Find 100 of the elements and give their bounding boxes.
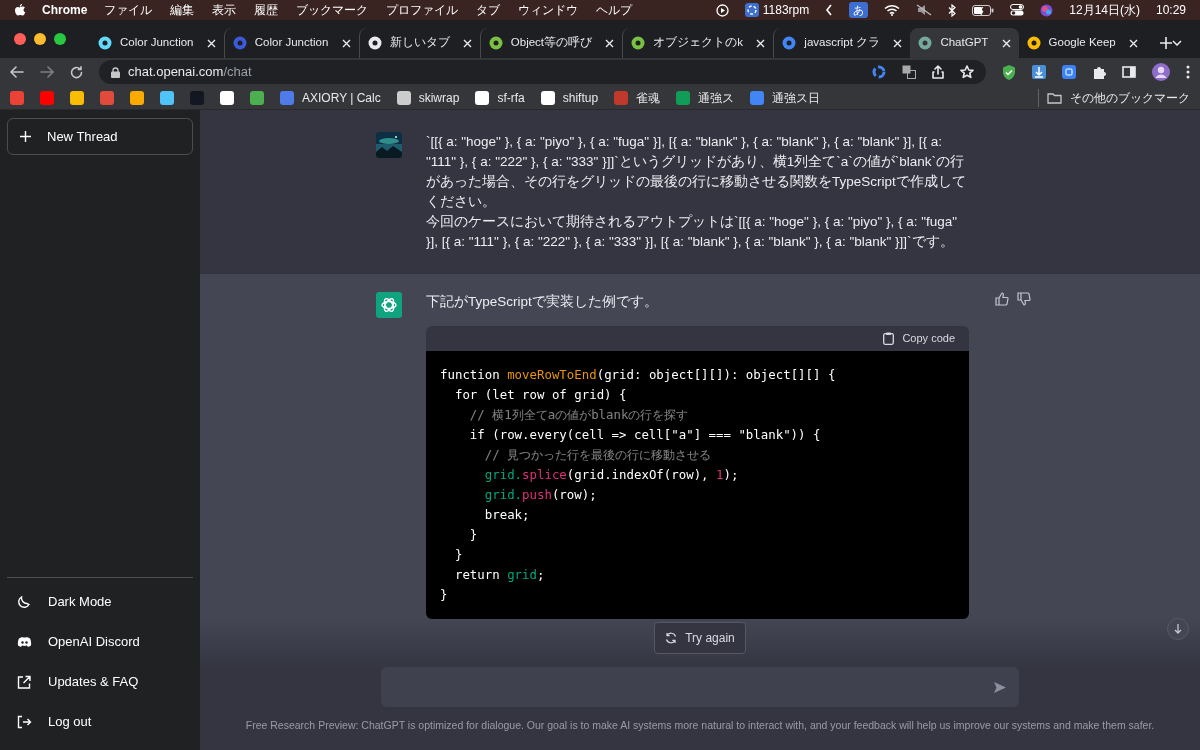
moon-icon xyxy=(17,595,32,609)
translate-icon[interactable] xyxy=(902,65,916,79)
menu-item[interactable]: ウィンドウ xyxy=(509,1,588,19)
menu-item[interactable]: ファイル xyxy=(95,1,162,19)
toggle-icon[interactable] xyxy=(1010,4,1025,16)
menu-item[interactable]: ヘルプ xyxy=(587,1,642,19)
tab-title: 新しいタブ xyxy=(389,35,451,51)
close-icon[interactable] xyxy=(893,38,903,48)
reload-icon[interactable] xyxy=(70,65,83,79)
sidebar-item[interactable]: Updates & FAQ xyxy=(7,662,193,702)
lock-icon xyxy=(111,66,120,78)
zoom-window-icon[interactable] xyxy=(54,33,66,45)
forward-icon[interactable] xyxy=(40,66,54,78)
more-icon[interactable] xyxy=(1186,65,1190,79)
minimize-window-icon[interactable] xyxy=(34,33,46,45)
clipboard-icon xyxy=(883,332,895,345)
tab-title: Color Junction xyxy=(120,35,195,51)
code-line: } xyxy=(468,526,479,544)
play-icon[interactable] xyxy=(715,3,729,17)
star-icon[interactable] xyxy=(960,65,974,79)
battery-icon[interactable] xyxy=(972,4,995,16)
sidebar-item[interactable]: OpenAI Discord xyxy=(7,622,193,662)
close-icon[interactable] xyxy=(1129,38,1138,48)
tab-title: Object等の呼び xyxy=(510,35,594,51)
code-line: grid.push(row); xyxy=(483,486,598,504)
menu-item[interactable]: プロファイル xyxy=(377,1,468,19)
favicon-icon xyxy=(488,36,503,50)
orb-icon[interactable] xyxy=(1040,3,1054,17)
mute-icon[interactable] xyxy=(916,4,933,16)
back-icon[interactable] xyxy=(10,66,24,78)
tab-title: Google Keep xyxy=(1048,35,1117,51)
fan-speed: 1183rpm xyxy=(762,2,810,19)
sidebar-item[interactable]: Log out xyxy=(7,702,193,742)
tab-title: Color Junction xyxy=(254,35,330,51)
avatar-icon[interactable] xyxy=(1152,63,1170,81)
menubar-date[interactable]: 12月14日(水) xyxy=(1069,1,1140,19)
favicon-icon xyxy=(98,36,112,50)
browser-tab[interactable]: ChatGPT xyxy=(910,28,1019,58)
bluetooth-icon[interactable] xyxy=(948,3,957,17)
code-line: for (let row of grid) { xyxy=(453,386,628,404)
thumbs-up-icon[interactable] xyxy=(995,292,1009,306)
refresh-icon xyxy=(665,632,678,644)
menubar-clock[interactable]: 10:29 xyxy=(1155,1,1186,19)
thumbs-down-icon[interactable] xyxy=(1017,292,1031,306)
arrow-down-icon xyxy=(1174,624,1182,634)
close-icon[interactable] xyxy=(206,38,216,48)
message-input[interactable] xyxy=(381,667,1019,707)
share-icon[interactable] xyxy=(932,65,944,79)
input-mode[interactable]: あ xyxy=(849,1,869,19)
external-link-icon xyxy=(17,675,32,689)
favicon-icon[interactable] xyxy=(220,90,234,105)
close-icon[interactable] xyxy=(756,38,766,48)
copy-code-button[interactable]: Copy code xyxy=(883,330,955,347)
ring-icon[interactable] xyxy=(872,65,886,79)
code-line: break; xyxy=(483,506,531,524)
assistant-logo-icon xyxy=(376,292,402,318)
square-icon[interactable] xyxy=(1062,65,1076,79)
bookmark[interactable]: shiftup xyxy=(562,88,599,107)
menu-item[interactable]: 表示 xyxy=(203,1,246,19)
favicon-icon[interactable] xyxy=(130,90,144,105)
code-line: if (row.every(cell => cell["a"] === "blank")) { xyxy=(468,426,822,444)
favicon-icon[interactable] xyxy=(70,90,84,105)
code-line: // 横1列全てaの値がblankの行を探す xyxy=(468,406,690,424)
close-icon[interactable] xyxy=(605,38,615,48)
bookmark[interactable]: 通強ス xyxy=(698,88,735,107)
bookmark[interactable]: 雀魂 xyxy=(636,88,661,107)
menu-item[interactable]: 履歴 xyxy=(245,1,288,19)
menu-item[interactable]: 編集 xyxy=(161,1,204,19)
try-again-button[interactable]: Try again xyxy=(654,622,746,654)
favicon-icon[interactable] xyxy=(160,90,174,105)
message-text: 下記がTypeScriptで実装した例です。 xyxy=(426,293,659,311)
puzzle-icon[interactable] xyxy=(1092,65,1106,79)
code-line: // 見つかった行を最後の行に移動させる xyxy=(483,446,713,464)
chevron-down-icon[interactable] xyxy=(1172,40,1182,46)
send-icon[interactable] xyxy=(993,680,1007,694)
menu-item[interactable]: ブックマーク xyxy=(287,1,378,19)
shield-icon[interactable] xyxy=(1002,64,1016,80)
chevron-left-icon[interactable] xyxy=(825,4,834,16)
close-icon[interactable] xyxy=(341,38,351,48)
fan-icon[interactable] xyxy=(744,3,759,17)
menu-item[interactable]: タブ xyxy=(467,1,510,19)
bookmark[interactable]: sf-rfa xyxy=(497,88,525,107)
new-tab-icon[interactable] xyxy=(1160,37,1172,49)
browser-tab[interactable]: Color Junction xyxy=(90,28,224,58)
close-icon[interactable] xyxy=(462,38,472,48)
side-panel-icon[interactable] xyxy=(1122,66,1136,78)
close-icon[interactable] xyxy=(1001,38,1011,48)
bookmark-folder[interactable]: その他のブックマーク xyxy=(1070,88,1190,107)
bookmark[interactable]: AXIORY | Calc xyxy=(302,88,381,107)
close-window-icon[interactable] xyxy=(14,33,26,45)
bookmark[interactable]: skiwrap xyxy=(418,88,460,107)
download-icon[interactable] xyxy=(1032,65,1046,79)
logout-icon xyxy=(17,715,32,729)
tab-title: javascript クラ xyxy=(804,35,882,51)
browser-tab[interactable]: Google Keep xyxy=(1018,28,1146,58)
address-bar[interactable]: chat.openai.com/chat xyxy=(99,60,986,84)
bookmark[interactable]: 通強ス日 xyxy=(772,88,821,107)
new-thread-button[interactable]: New Thread xyxy=(7,118,193,155)
sidebar-item[interactable]: Dark Mode xyxy=(7,582,193,622)
wifi-icon[interactable] xyxy=(884,4,901,16)
